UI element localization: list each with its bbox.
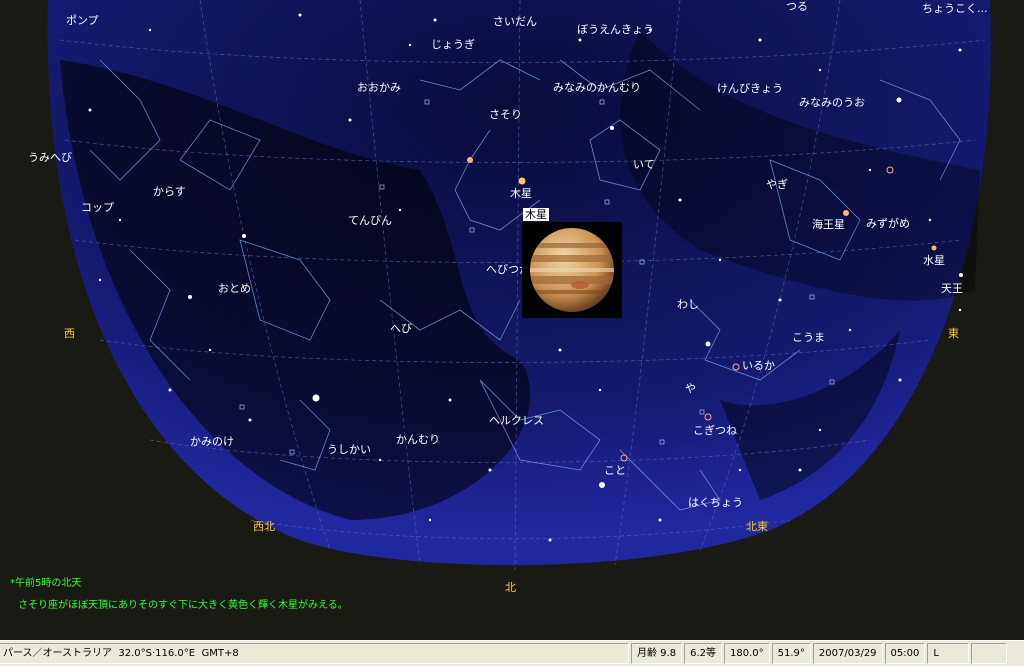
jupiter-icon <box>522 222 622 318</box>
status-moon-age: 月齢 9.8 <box>631 643 683 664</box>
status-location-panel: パース／オーストラリア 32.0°S·116.0°E GMT+8 <box>0 643 629 664</box>
constellation-label[interactable]: はくちょう <box>688 496 743 509</box>
direction-northeast: 北東 <box>746 520 768 533</box>
status-altitude: 51.9° <box>771 643 811 664</box>
constellation-label[interactable]: かみのけ <box>190 435 234 448</box>
status-magnitude: 6.2等 <box>684 643 722 664</box>
constellation-label[interactable]: やぎ <box>766 178 788 191</box>
direction-east: 東 <box>948 327 959 340</box>
jupiter-image <box>522 222 622 318</box>
jupiter-selected-label[interactable]: 木星 <box>523 208 549 221</box>
status-coords: 32.0°S·116.0°E <box>118 648 196 659</box>
constellation-label[interactable]: てんびん <box>348 214 392 227</box>
direction-northwest: 西北 <box>253 520 275 533</box>
constellation-label[interactable]: へび <box>390 322 412 335</box>
constellation-label[interactable]: ヘルクレス <box>489 414 544 427</box>
constellation-label[interactable]: ポンプ <box>66 14 99 27</box>
constellation-label[interactable]: けんびきょう <box>717 82 783 95</box>
constellation-label[interactable]: こぎつね <box>693 424 737 437</box>
uranus-label[interactable]: 天王 <box>941 282 963 295</box>
constellation-label[interactable]: いるか <box>742 359 775 372</box>
constellation-label[interactable]: からす <box>153 185 186 198</box>
constellation-label[interactable]: こうま <box>792 331 825 344</box>
status-time: 05:00 <box>884 643 926 664</box>
status-location: パース／オーストラリア <box>3 648 112 659</box>
note-body: さそり座がほぼ天頂にありそのすぐ下に大きく黄色く輝く木星がみえる。 <box>18 600 348 611</box>
jupiter-label[interactable]: 木星 <box>510 187 532 200</box>
constellation-label[interactable]: つる <box>786 0 808 13</box>
constellation-label[interactable]: ぼうえんきょう <box>577 23 654 36</box>
constellation-label[interactable]: いて <box>633 158 655 171</box>
constellation-label[interactable]: わし <box>677 298 699 311</box>
status-date: 2007/03/29 <box>812 643 883 664</box>
note-title: *午前5時の北天 <box>10 578 82 589</box>
constellation-label[interactable]: じょうぎ <box>431 38 475 51</box>
constellation-label[interactable]: へびつかい <box>486 263 522 276</box>
direction-north: 北 <box>505 581 516 594</box>
mercury-label[interactable]: 水星 <box>923 254 945 267</box>
status-azimuth: 180.0° <box>724 643 770 664</box>
status-timezone: GMT+8 <box>201 648 239 659</box>
status-extra-panel <box>971 643 1008 664</box>
constellation-label[interactable]: おとめ <box>218 282 251 295</box>
neptune-label[interactable]: 海王星 <box>812 218 845 231</box>
constellation-label[interactable]: みなみのかんむり <box>553 81 641 94</box>
constellation-label[interactable]: コップ <box>81 201 114 214</box>
constellation-label[interactable]: こと <box>604 464 626 477</box>
constellation-label[interactable]: みずがめ <box>866 217 910 230</box>
constellation-label[interactable]: さいだん <box>493 15 537 28</box>
constellation-label[interactable]: うみへび <box>28 151 72 164</box>
status-bar: パース／オーストラリア 32.0°S·116.0°E GMT+8 月齢 9.8 … <box>0 640 1024 666</box>
constellation-label[interactable]: かんむり <box>396 433 440 446</box>
constellation-label[interactable]: ちょうこく... <box>922 2 988 15</box>
status-mode: L <box>927 643 970 664</box>
constellation-label[interactable]: みなみのうお <box>799 96 865 109</box>
constellation-label[interactable]: さそり <box>489 108 522 121</box>
star-chart[interactable] <box>0 0 1024 640</box>
constellation-label[interactable]: や <box>685 382 696 395</box>
constellation-label[interactable]: おおかみ <box>357 81 401 94</box>
direction-west: 西 <box>64 327 75 340</box>
constellation-label[interactable]: うしかい <box>327 443 371 456</box>
